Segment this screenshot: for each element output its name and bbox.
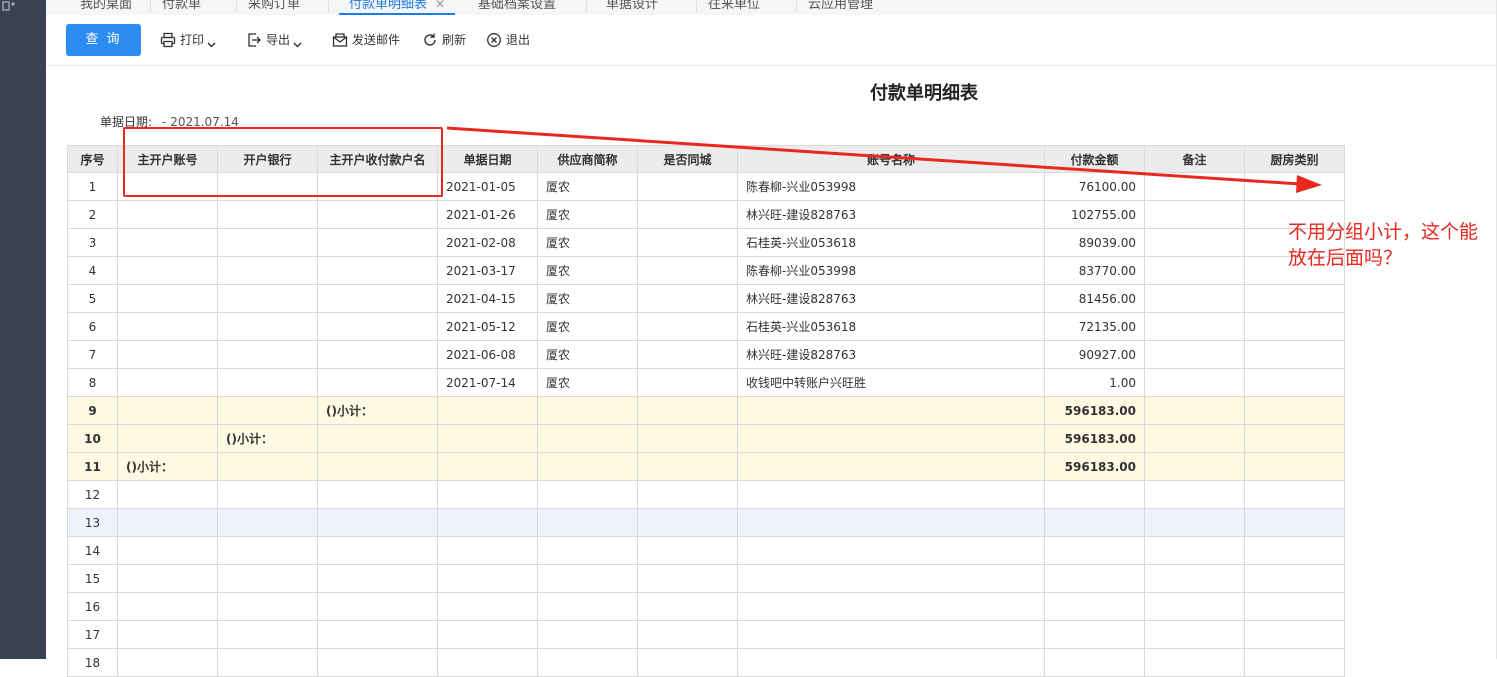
annotation-comment: 不用分组小计，这个能放在后面吗？ <box>1288 221 1479 269</box>
annotation-arrow <box>446 126 1322 193</box>
